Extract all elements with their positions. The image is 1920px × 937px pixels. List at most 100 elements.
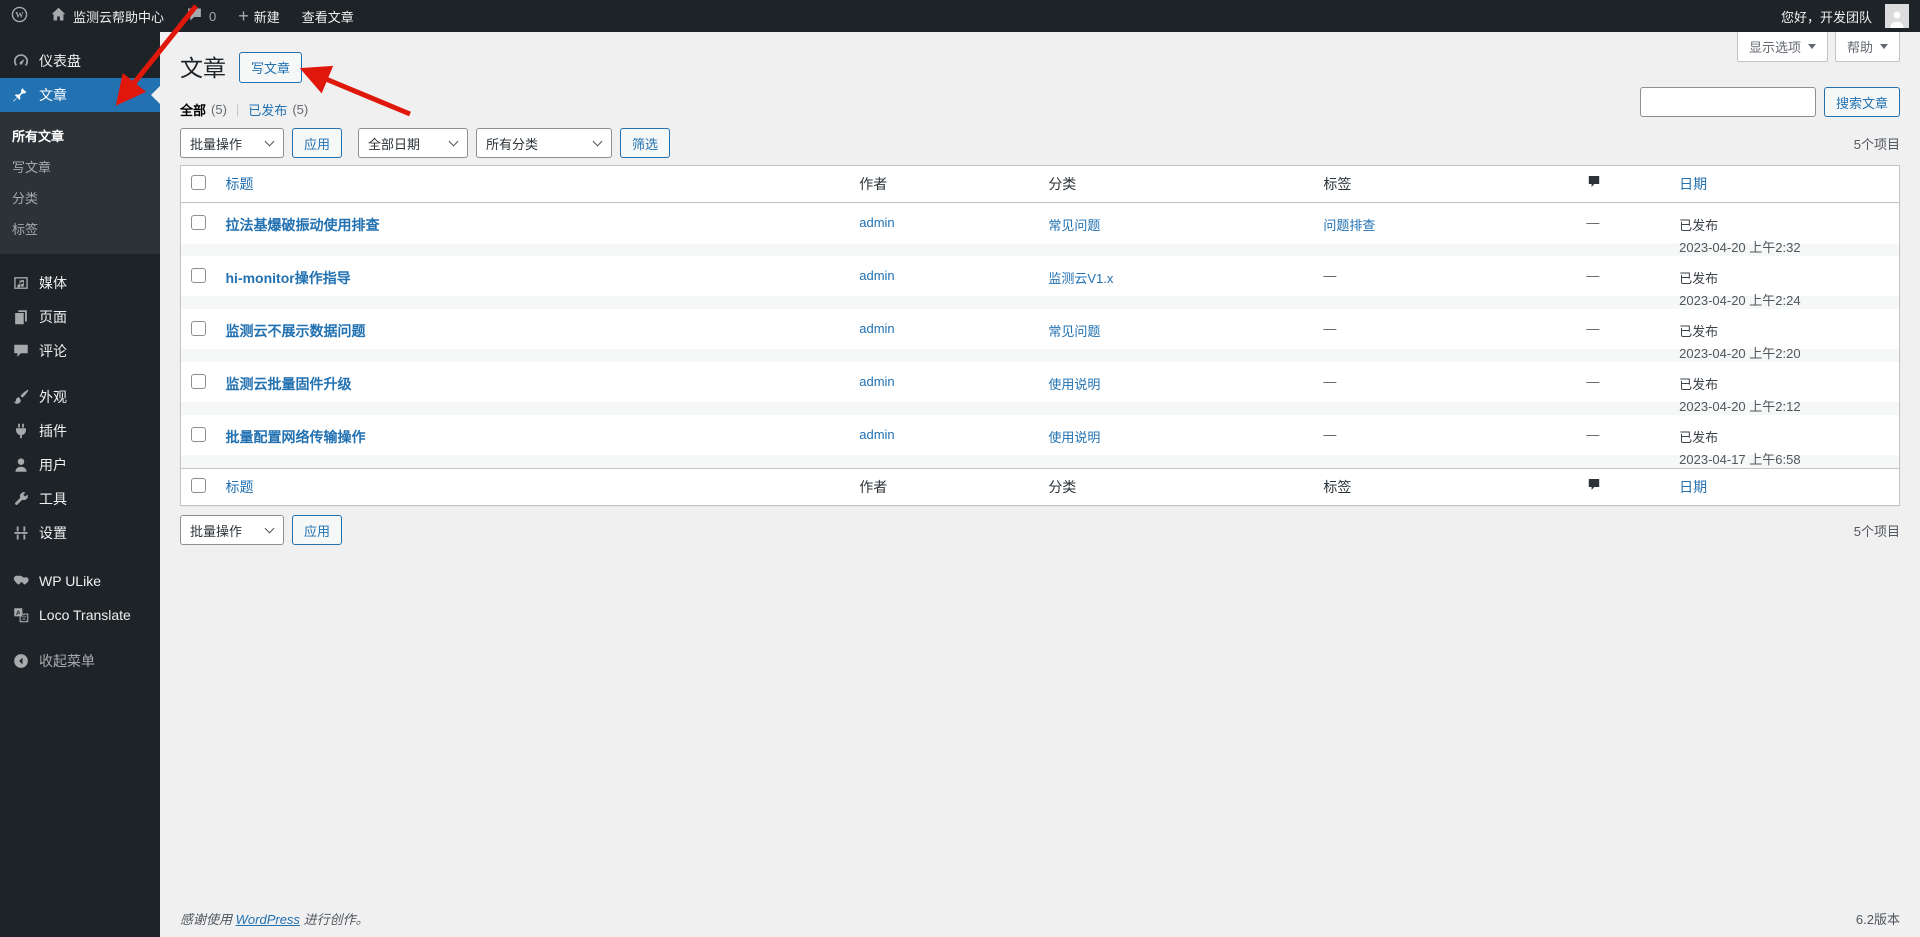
search-input[interactable] — [1639, 87, 1816, 117]
row-checkbox[interactable] — [191, 215, 206, 230]
row-checkbox[interactable] — [191, 374, 206, 389]
select-all-checkbox[interactable] — [191, 477, 206, 493]
plus-icon: + — [238, 6, 249, 26]
author-link[interactable]: admin — [859, 374, 894, 389]
tools-icon — [11, 489, 31, 509]
post-status: 已发布 — [1679, 377, 1719, 392]
appearance-icon — [11, 387, 31, 407]
category-link[interactable]: 使用说明 — [1048, 377, 1100, 392]
sidebar-item-all-posts[interactable]: 所有文章 — [0, 120, 160, 151]
posts-submenu: 所有文章 写文章 分类 标签 — [0, 112, 160, 254]
author-header: 作者 — [849, 468, 1039, 506]
translate-icon: A文 — [11, 605, 31, 625]
home-icon — [50, 6, 67, 26]
comment-column-icon — [1586, 479, 1602, 496]
row-checkbox[interactable] — [191, 321, 206, 336]
screen-options-button[interactable]: 显示选项 — [1736, 32, 1828, 62]
my-account-menu[interactable]: 您好，开发团队 — [1770, 0, 1920, 32]
filter-button[interactable]: 筛选 — [620, 128, 671, 158]
tags-value: — — [1323, 374, 1337, 389]
sidebar-item-users[interactable]: 用户 — [0, 448, 160, 482]
avatar — [1885, 4, 1909, 28]
post-date: 2023-04-20 上午2:12 — [1679, 399, 1801, 414]
post-title-link[interactable]: 监测云不展示数据问题 — [226, 323, 366, 339]
help-button[interactable]: 帮助 — [1834, 32, 1900, 62]
row-checkbox[interactable] — [191, 268, 206, 283]
comments-shortcut[interactable]: 0 — [175, 0, 227, 32]
tag-link[interactable]: 问题排查 — [1323, 218, 1375, 233]
chevron-down-icon — [592, 136, 603, 147]
items-count: 5个项目 — [1853, 523, 1900, 539]
users-icon — [11, 455, 31, 475]
search-box: 搜索文章 — [1639, 87, 1900, 117]
category-link[interactable]: 常见问题 — [1048, 324, 1100, 339]
sort-title-header[interactable]: 标题 — [226, 479, 254, 495]
sort-date-header[interactable]: 日期 — [1679, 479, 1707, 495]
comments-icon — [11, 341, 31, 361]
sidebar-item-dashboard[interactable]: 仪表盘 — [0, 44, 160, 78]
wp-logo-menu[interactable]: W — [0, 0, 39, 32]
sidebar-item-tags[interactable]: 标签 — [0, 213, 160, 244]
author-link[interactable]: admin — [859, 427, 894, 442]
wordpress-logo-icon: W — [11, 6, 28, 26]
select-all-checkbox[interactable] — [191, 174, 206, 190]
chevron-down-icon — [448, 136, 459, 147]
sidebar-item-add-post[interactable]: 写文章 — [0, 151, 160, 182]
apply-button[interactable]: 应用 — [292, 515, 343, 545]
post-title-link[interactable]: 拉法基爆破振动使用排查 — [226, 217, 380, 233]
view-all[interactable]: 全部 — [180, 100, 206, 119]
category-header: 分类 — [1038, 165, 1314, 203]
post-date: 2023-04-17 上午6:58 — [1679, 452, 1801, 467]
chevron-down-icon — [264, 523, 275, 534]
author-link[interactable]: admin — [859, 321, 894, 336]
sidebar-item-plugins[interactable]: 插件 — [0, 414, 160, 448]
pin-icon — [11, 85, 31, 105]
view-posts-link[interactable]: 查看文章 — [291, 0, 365, 32]
sort-title-header[interactable]: 标题 — [226, 176, 254, 192]
sidebar-item-settings[interactable]: 设置 — [0, 516, 160, 550]
apply-button[interactable]: 应用 — [292, 128, 343, 158]
svg-text:W: W — [15, 10, 24, 20]
site-menu[interactable]: 监测云帮助中心 — [39, 0, 175, 32]
footer-thanks: 感谢使用 WordPress 进行创作。 — [180, 912, 369, 927]
sidebar-item-posts[interactable]: 文章 — [0, 78, 160, 112]
add-new-post-button[interactable]: 写文章 — [239, 52, 303, 83]
sidebar-item-categories[interactable]: 分类 — [0, 182, 160, 213]
post-title-link[interactable]: 监测云批量固件升级 — [226, 376, 352, 392]
author-link[interactable]: admin — [859, 215, 894, 230]
category-filter-select[interactable]: 所有分类 — [476, 128, 613, 158]
view-published[interactable]: 已发布 — [248, 100, 287, 119]
comments-count: 0 — [209, 8, 217, 24]
category-link[interactable]: 使用说明 — [1048, 430, 1100, 445]
tags-value: — — [1323, 427, 1337, 442]
author-link[interactable]: admin — [859, 268, 894, 283]
sidebar-item-comments[interactable]: 评论 — [0, 334, 160, 368]
comments-value: — — [1586, 374, 1600, 389]
row-checkbox[interactable] — [191, 427, 206, 442]
comments-value: — — [1586, 321, 1600, 336]
comments-value: — — [1586, 268, 1600, 283]
post-title-link[interactable]: 批量配置网络传输操作 — [226, 429, 366, 445]
table-header: 标题 作者 分类 标签 日期 — [180, 165, 1900, 203]
sidebar-item-tools[interactable]: 工具 — [0, 482, 160, 516]
category-link[interactable]: 常见问题 — [1048, 218, 1100, 233]
sidebar-item-loco-translate[interactable]: A文 Loco Translate — [0, 598, 160, 632]
sidebar-item-wp-ulike[interactable]: WP ULike — [0, 564, 160, 598]
title-row: 文章 写文章 — [180, 32, 1900, 83]
sidebar-item-media[interactable]: 媒体 — [0, 266, 160, 300]
bulk-actions-select[interactable]: 批量操作 — [180, 515, 284, 545]
sidebar-item-collapse-menu[interactable]: 收起菜单 — [0, 644, 160, 678]
category-link[interactable]: 监测云V1.x — [1048, 271, 1113, 286]
date-filter-select[interactable]: 全部日期 — [358, 128, 469, 158]
sidebar-item-pages[interactable]: 页面 — [0, 300, 160, 334]
admin-bar-right: 您好，开发团队 — [1770, 0, 1920, 32]
post-title-link[interactable]: hi-monitor操作指导 — [226, 270, 351, 286]
sidebar-item-appearance[interactable]: 外观 — [0, 380, 160, 414]
site-name: 监测云帮助中心 — [73, 9, 165, 25]
active-menu-arrow — [151, 86, 160, 104]
bulk-actions-select[interactable]: 批量操作 — [180, 128, 284, 158]
wordpress-link[interactable]: WordPress — [236, 912, 300, 927]
new-content-menu[interactable]: + 新建 — [227, 0, 291, 32]
search-posts-button[interactable]: 搜索文章 — [1823, 87, 1900, 117]
sort-date-header[interactable]: 日期 — [1679, 176, 1707, 192]
